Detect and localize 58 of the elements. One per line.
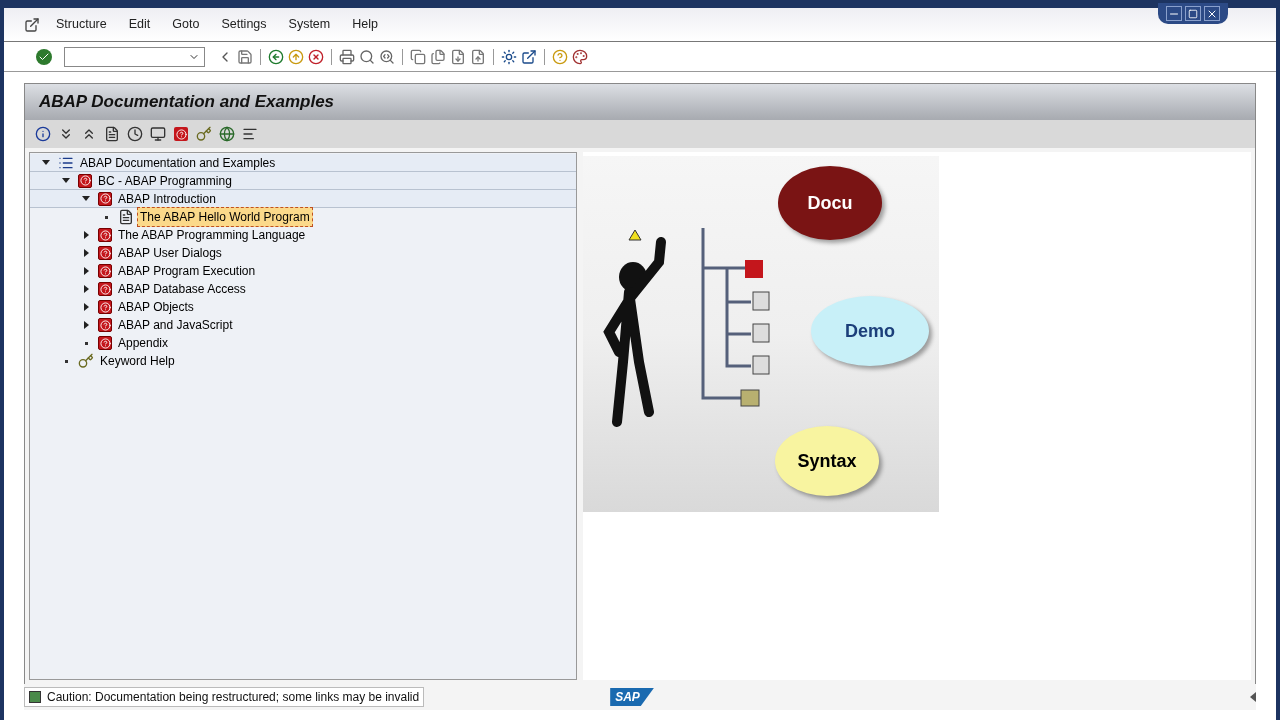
maximize-icon <box>1188 8 1198 19</box>
system-menu-icon[interactable] <box>24 16 40 33</box>
document-icon <box>118 209 134 225</box>
leaf-bullet-icon <box>84 341 88 345</box>
tree-item[interactable]: Keyword Help <box>97 351 178 371</box>
tree-item[interactable]: Appendix <box>115 333 172 353</box>
status-collapse-icon[interactable] <box>1250 692 1256 702</box>
tree-item[interactable]: The ABAP Hello World Program <box>137 207 313 227</box>
tree-item[interactable]: The ABAP Programming Language <box>115 225 309 245</box>
help-book-icon <box>98 318 112 332</box>
speech-bubble: Docu <box>778 166 882 240</box>
expand-toggle-icon[interactable] <box>83 249 89 257</box>
speech-bubble: Demo <box>811 296 929 366</box>
menu-item[interactable]: Settings <box>221 15 267 34</box>
expand-toggle-icon[interactable] <box>83 303 89 311</box>
close-button[interactable] <box>1204 6 1220 21</box>
help-book-icon <box>98 264 112 278</box>
maximize-button[interactable] <box>1185 6 1201 21</box>
collapse-toggle-icon[interactable] <box>82 196 90 201</box>
leaf-bullet-icon <box>64 359 68 363</box>
help-book-icon <box>78 173 92 188</box>
help-book-icon <box>98 246 112 260</box>
globe-icon[interactable] <box>217 124 237 144</box>
tree-item[interactable]: ABAP Objects <box>115 297 197 317</box>
menu-item[interactable]: System <box>288 15 331 34</box>
leaf-bullet-icon <box>104 215 108 219</box>
command-field[interactable] <box>64 46 205 67</box>
tree-item[interactable]: ABAP Database Access <box>115 279 249 299</box>
status-icon <box>29 691 41 703</box>
menu-item[interactable]: Structure <box>56 15 107 34</box>
tree-item[interactable]: ABAP User Dialogs <box>115 243 225 263</box>
expand-toggle-icon[interactable] <box>83 231 89 239</box>
collapse-toggle-icon[interactable] <box>42 160 50 165</box>
menu-item[interactable]: Edit <box>128 15 151 34</box>
minimize-button[interactable] <box>1166 6 1182 21</box>
help-book-icon <box>98 191 112 206</box>
help-book-icon[interactable] <box>171 124 191 144</box>
monitor-icon[interactable] <box>148 124 168 144</box>
help-book-icon <box>98 336 112 350</box>
key-icon[interactable] <box>194 124 214 144</box>
sap-logo: SAP <box>610 688 654 706</box>
tree-item[interactable]: ABAP and JavaScript <box>115 315 236 335</box>
help-book-icon <box>98 282 112 296</box>
speech-bubble: Syntax <box>775 426 879 496</box>
screen-title: ABAP Documentation and Examples <box>39 91 335 114</box>
clock-icon[interactable] <box>125 124 145 144</box>
tree-item[interactable]: ABAP Program Execution <box>115 261 259 281</box>
key-icon <box>78 353 94 369</box>
status-message: Caution: Documentation being restructured; some links may be invalid <box>47 689 420 706</box>
expand-toggle-icon[interactable] <box>83 285 89 293</box>
menu-item[interactable]: Goto <box>172 15 200 34</box>
menu-item[interactable]: Help <box>352 15 378 34</box>
expand-toggle-icon[interactable] <box>83 267 89 275</box>
help-book-icon <box>98 228 112 242</box>
info-icon[interactable] <box>33 124 53 144</box>
help-book-icon <box>98 300 112 314</box>
collapse-toggle-icon[interactable] <box>62 178 70 183</box>
expand-toggle-icon[interactable] <box>83 321 89 329</box>
